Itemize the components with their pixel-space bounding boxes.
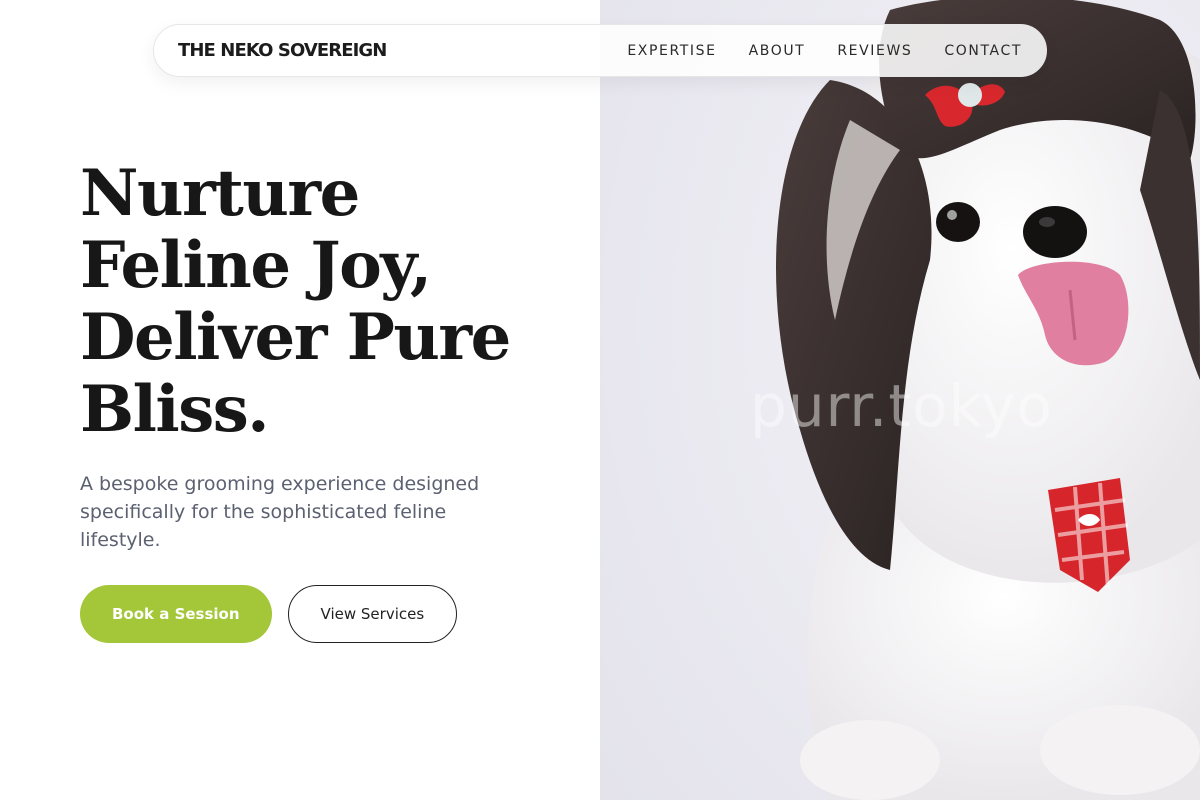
headline-line-2: Feline Joy, <box>80 228 432 303</box>
view-services-button[interactable]: View Services <box>287 585 458 643</box>
headline-line-3: Deliver Pure <box>80 300 511 375</box>
nav-link-reviews[interactable]: REVIEWS <box>821 43 928 59</box>
hero-copy: Nurture Feline Joy, Deliver Pure Bliss. … <box>80 158 580 554</box>
nav-link-contact[interactable]: CONTACT <box>928 43 1022 59</box>
hero-image: purr.tokyo <box>600 0 1200 800</box>
book-session-button[interactable]: Book a Session <box>80 585 272 643</box>
cta-row: Book a Session View Services <box>80 585 458 643</box>
headline-line-4: Bliss. <box>80 372 270 447</box>
nav-links: EXPERTISE ABOUT REVIEWS CONTACT <box>611 43 1022 59</box>
nav-link-about[interactable]: ABOUT <box>733 43 822 59</box>
top-nav: THE NEKO SOVEREIGN EXPERTISE ABOUT REVIE… <box>153 24 1047 77</box>
image-watermark: purr.tokyo <box>750 372 1053 440</box>
nav-link-expertise[interactable]: EXPERTISE <box>611 43 732 59</box>
headline-line-1: Nurture <box>80 156 360 231</box>
brand-logo[interactable]: THE NEKO SOVEREIGN <box>178 40 387 61</box>
hero-headline: Nurture Feline Joy, Deliver Pure Bliss. <box>80 158 580 446</box>
hero-subheadline: A bespoke grooming experience designed s… <box>80 473 480 551</box>
